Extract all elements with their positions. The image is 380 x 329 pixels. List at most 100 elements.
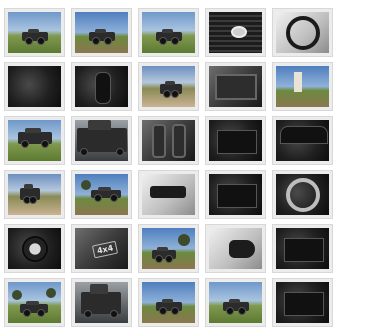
gallery-thumbnail[interactable]	[4, 170, 65, 219]
tower-shape	[294, 72, 302, 92]
truck-wheel	[104, 37, 112, 45]
truck-wheel	[116, 148, 124, 156]
thumbnail-photo	[276, 120, 329, 161]
thumbnail-photo	[8, 228, 61, 269]
thumbnail-photo	[75, 282, 128, 323]
truck-wheel	[163, 90, 171, 98]
truck-wheel	[92, 37, 100, 45]
gallery-thumbnail[interactable]	[4, 224, 65, 273]
thumbnail-photo	[209, 228, 262, 269]
thumbnail-photo	[75, 120, 128, 161]
thumbnail-photo	[142, 282, 195, 323]
thumbnail-photo	[209, 120, 262, 161]
thumbnail-photo	[142, 66, 195, 107]
tree-shape	[81, 180, 91, 190]
gallery-thumbnail[interactable]	[272, 278, 333, 327]
gallery-thumbnail[interactable]: 4x4	[71, 224, 132, 273]
thumbnail-photo	[142, 174, 195, 215]
gallery-thumbnail[interactable]	[138, 278, 199, 327]
tree-shape	[12, 290, 22, 300]
truck-wheel	[159, 307, 167, 315]
thumbnail-photo	[209, 282, 262, 323]
mirror-shape	[229, 240, 255, 258]
gallery-thumbnail[interactable]	[71, 170, 132, 219]
thumbnail-photo	[8, 282, 61, 323]
truck-wheel	[171, 90, 179, 98]
truck-wheel	[80, 148, 88, 156]
truck-wheel	[159, 37, 167, 45]
gallery-thumbnail[interactable]	[205, 278, 266, 327]
thumbnail-photo	[276, 66, 329, 107]
thumbnail-photo	[276, 174, 329, 215]
gallery-thumbnail[interactable]	[138, 170, 199, 219]
thumbnail-photo	[8, 12, 61, 53]
gallery-thumbnail[interactable]	[71, 278, 132, 327]
seat-shape	[152, 124, 166, 158]
gallery-thumbnail[interactable]	[4, 62, 65, 111]
thumbnail-photo	[276, 282, 329, 323]
panel-shape	[284, 238, 324, 262]
truck-wheel	[84, 310, 92, 318]
emblem-shape	[231, 26, 247, 38]
truck-wheel	[21, 140, 29, 148]
gallery-thumbnail[interactable]	[138, 62, 199, 111]
gallery-thumbnail[interactable]	[71, 8, 132, 57]
gallery-thumbnail[interactable]	[71, 62, 132, 111]
truck-wheel	[171, 307, 179, 315]
thumbnail-photo	[8, 174, 61, 215]
gear-shape	[95, 72, 111, 104]
wheel-rim-shape	[22, 236, 48, 262]
gallery-thumbnail[interactable]	[138, 224, 199, 273]
gallery-thumbnail[interactable]	[138, 116, 199, 165]
truck-wheel	[110, 310, 118, 318]
thumbnail-photo	[276, 228, 329, 269]
thumbnail-photo: 4x4	[75, 228, 128, 269]
panel-shape	[217, 184, 257, 208]
gallery-thumbnail[interactable]	[205, 62, 266, 111]
gallery-thumbnail[interactable]	[272, 170, 333, 219]
thumbnail-photo	[142, 120, 195, 161]
gallery-thumbnail[interactable]	[205, 224, 266, 273]
gallery-thumbnail[interactable]	[205, 116, 266, 165]
gallery-thumbnail[interactable]	[4, 278, 65, 327]
gallery-thumbnail[interactable]	[272, 62, 333, 111]
truck-wheel	[25, 37, 33, 45]
truck-wheel	[29, 196, 37, 204]
gallery-thumbnail[interactable]	[272, 224, 333, 273]
gallery-thumbnail[interactable]	[138, 8, 199, 57]
gallery-thumbnail[interactable]	[272, 116, 333, 165]
gallery-thumbnail[interactable]	[272, 8, 333, 57]
seat-shape	[172, 124, 186, 158]
truck-wheel	[110, 194, 118, 202]
thumbnail-photo	[142, 228, 195, 269]
thumbnail-photo	[8, 120, 61, 161]
mirror-shape	[150, 186, 186, 198]
thumbnail-photo	[75, 12, 128, 53]
gallery-thumbnail[interactable]	[4, 116, 65, 165]
steering-wheel-shape	[286, 178, 320, 212]
truck-wheel	[94, 194, 102, 202]
steering-wheel-shape	[286, 16, 320, 50]
gallery-thumbnail[interactable]	[205, 170, 266, 219]
thumbnail-gallery: 4x4	[4, 8, 333, 327]
truck-wheel	[171, 37, 179, 45]
badge-shape: 4x4	[91, 240, 119, 259]
truck-wheel	[37, 309, 45, 317]
truck-wheel	[155, 255, 163, 263]
door-shape	[215, 74, 257, 100]
truck-wheel	[165, 255, 173, 263]
thumbnail-photo	[209, 12, 262, 53]
thumbnail-photo	[142, 12, 195, 53]
truck-wheel	[41, 140, 49, 148]
thumbnail-photo	[276, 12, 329, 53]
thumbnail-photo	[75, 174, 128, 215]
panel-shape	[284, 292, 324, 316]
gallery-thumbnail[interactable]	[205, 8, 266, 57]
gallery-thumbnail[interactable]	[4, 8, 65, 57]
truck-wheel	[238, 307, 246, 315]
gallery-thumbnail[interactable]	[71, 116, 132, 165]
tree-shape	[46, 288, 56, 298]
truck-wheel	[23, 309, 31, 317]
thumbnail-photo	[209, 174, 262, 215]
thumbnail-photo	[209, 66, 262, 107]
